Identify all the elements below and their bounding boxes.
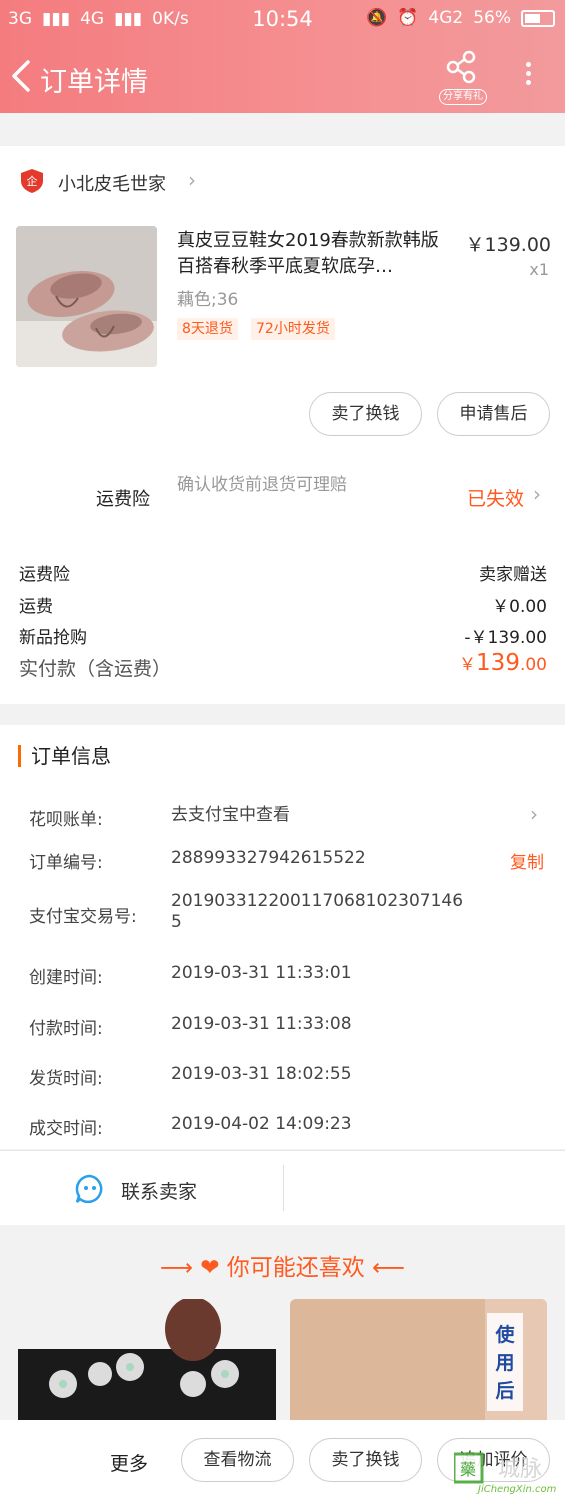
watermark-text: JiChengXin.com: [478, 1484, 557, 1495]
view-logistics-button[interactable]: 查看物流: [181, 1438, 294, 1482]
back-button[interactable]: [8, 56, 38, 96]
share-button[interactable]: 分享有礼: [436, 50, 490, 105]
order-product-card: 企 小北皮毛世家 › 真皮豆豆鞋女2019春款新款韩版百搭春秋季平底夏软底孕… …: [0, 146, 565, 704]
fee-label: 新品抢购: [19, 628, 87, 648]
fee-label: 运费险: [19, 565, 70, 585]
tag-return: 8天退货: [177, 318, 238, 340]
recommend-title: ⟶ ❤ 你可能还喜欢 ⟵: [159, 1255, 406, 1281]
product-title[interactable]: 真皮豆豆鞋女2019春款新款韩版百搭春秋季平底夏软底孕…: [177, 228, 452, 280]
info-label: 发货时间:: [29, 1069, 103, 1089]
huabei-link[interactable]: 去支付宝中查看: [171, 805, 471, 826]
nav-bar: 订单详情 分享有礼: [0, 48, 565, 108]
info-label: 订单编号:: [29, 853, 103, 873]
section-title: 订单信息: [18, 745, 111, 767]
paid-time: 2019-03-31 11:33:08: [171, 1014, 352, 1034]
fee-value: ￥0.00: [492, 597, 547, 617]
shop-row[interactable]: 企 小北皮毛世家 ›: [0, 146, 565, 218]
sell-button-bottom[interactable]: 卖了换钱: [309, 1438, 422, 1482]
fee-label: 运费: [19, 597, 53, 617]
fee-value: 卖家赠送: [479, 565, 547, 585]
heart-icon: ❤: [200, 1255, 220, 1281]
deal-time: 2019-04-02 14:09:23: [171, 1114, 352, 1134]
share-label: 分享有礼: [439, 89, 487, 105]
insurance-desc: 确认收货前退货可理赔: [177, 475, 347, 495]
chevron-left-icon: [12, 60, 30, 92]
paid-amount: ￥139.00: [459, 650, 547, 676]
mute-icon: 🔕: [366, 8, 388, 28]
shoe-image: [16, 226, 157, 367]
recommend-card[interactable]: [18, 1299, 276, 1420]
status-bar: 3G ▮▮▮ 4G ▮▮▮ 0K/s 10:54 🔕 ⏰ 4G2 56%: [0, 0, 565, 40]
fee-row: 运费险 卖家赠送: [19, 560, 547, 585]
info-label: 付款时间:: [29, 1019, 103, 1039]
dash-arrow-icon: ⟶: [159, 1255, 193, 1281]
fee-value: -￥139.00: [464, 628, 547, 648]
info-label: 支付宝交易号:: [29, 907, 137, 927]
order-info-card: 订单信息 花呗账单: 去支付宝中查看 › 订单编号: 2889933279426…: [0, 725, 565, 1149]
created-time: 2019-03-31 11:33:01: [171, 963, 352, 983]
chevron-right-icon: ›: [188, 168, 196, 192]
shipped-time: 2019-03-31 18:02:55: [171, 1064, 352, 1084]
insurance-status: 已失效: [467, 488, 525, 510]
chevron-right-icon: ›: [533, 482, 541, 506]
alarm-icon: ⏰: [397, 8, 419, 28]
more-button[interactable]: [518, 58, 538, 94]
shop-badge-icon: 企: [21, 169, 43, 193]
product-quantity: x1: [529, 260, 549, 279]
chevron-right-icon: ›: [530, 802, 538, 826]
product-sku: 藕色;36: [177, 290, 239, 310]
fee-row: 新品抢购 -￥139.00: [19, 623, 547, 648]
fee-row: 运费 ￥0.00: [19, 592, 547, 617]
battery-icon: [521, 9, 555, 27]
product-ad-text: 使用后: [495, 1324, 515, 1402]
insurance-label: 运费险: [96, 489, 150, 510]
svg-text:藥: 藥: [460, 1460, 476, 1479]
svg-text:城脉: 城脉: [498, 1457, 542, 1482]
tag-shipping: 72小时发货: [251, 318, 335, 340]
network-type: 4G2: [428, 8, 464, 28]
divider: [283, 1165, 284, 1211]
more-actions-button[interactable]: 更多: [110, 1449, 148, 1476]
flower-earrings-image: [18, 1299, 276, 1420]
recommend-card[interactable]: 使用后: [290, 1299, 547, 1420]
page-title: 订单详情: [40, 67, 148, 98]
product-price: ￥139.00: [465, 234, 551, 256]
info-label: 花呗账单:: [29, 810, 103, 830]
info-label: 创建时间:: [29, 968, 103, 988]
chat-icon: [75, 1174, 103, 1204]
contact-seller-button[interactable]: 联系卖家: [60, 1151, 260, 1226]
product-image[interactable]: [16, 226, 157, 367]
sell-button[interactable]: 卖了换钱: [309, 392, 422, 436]
more-vertical-icon: [525, 62, 531, 67]
info-label: 成交时间:: [29, 1119, 103, 1139]
after-sale-button[interactable]: 申请售后: [437, 392, 550, 436]
copy-button[interactable]: 复制: [510, 848, 544, 873]
dash-arrow-icon: ⟵: [372, 1255, 406, 1281]
share-icon: [446, 50, 476, 84]
order-number: 288993327942615522: [171, 848, 366, 868]
contact-bar: 联系卖家: [0, 1150, 565, 1225]
svg-text:企: 企: [27, 174, 38, 188]
paid-label: 实付款（含运费）: [19, 658, 172, 680]
battery-level: 56%: [473, 8, 511, 28]
alipay-trade-number: 2019033122001170681023071465: [171, 891, 464, 932]
header: 3G ▮▮▮ 4G ▮▮▮ 0K/s 10:54 🔕 ⏰ 4G2 56% 订单详…: [0, 0, 565, 113]
contact-label: 联系卖家: [121, 1181, 198, 1203]
shop-name: 小北皮毛世家: [58, 174, 166, 195]
